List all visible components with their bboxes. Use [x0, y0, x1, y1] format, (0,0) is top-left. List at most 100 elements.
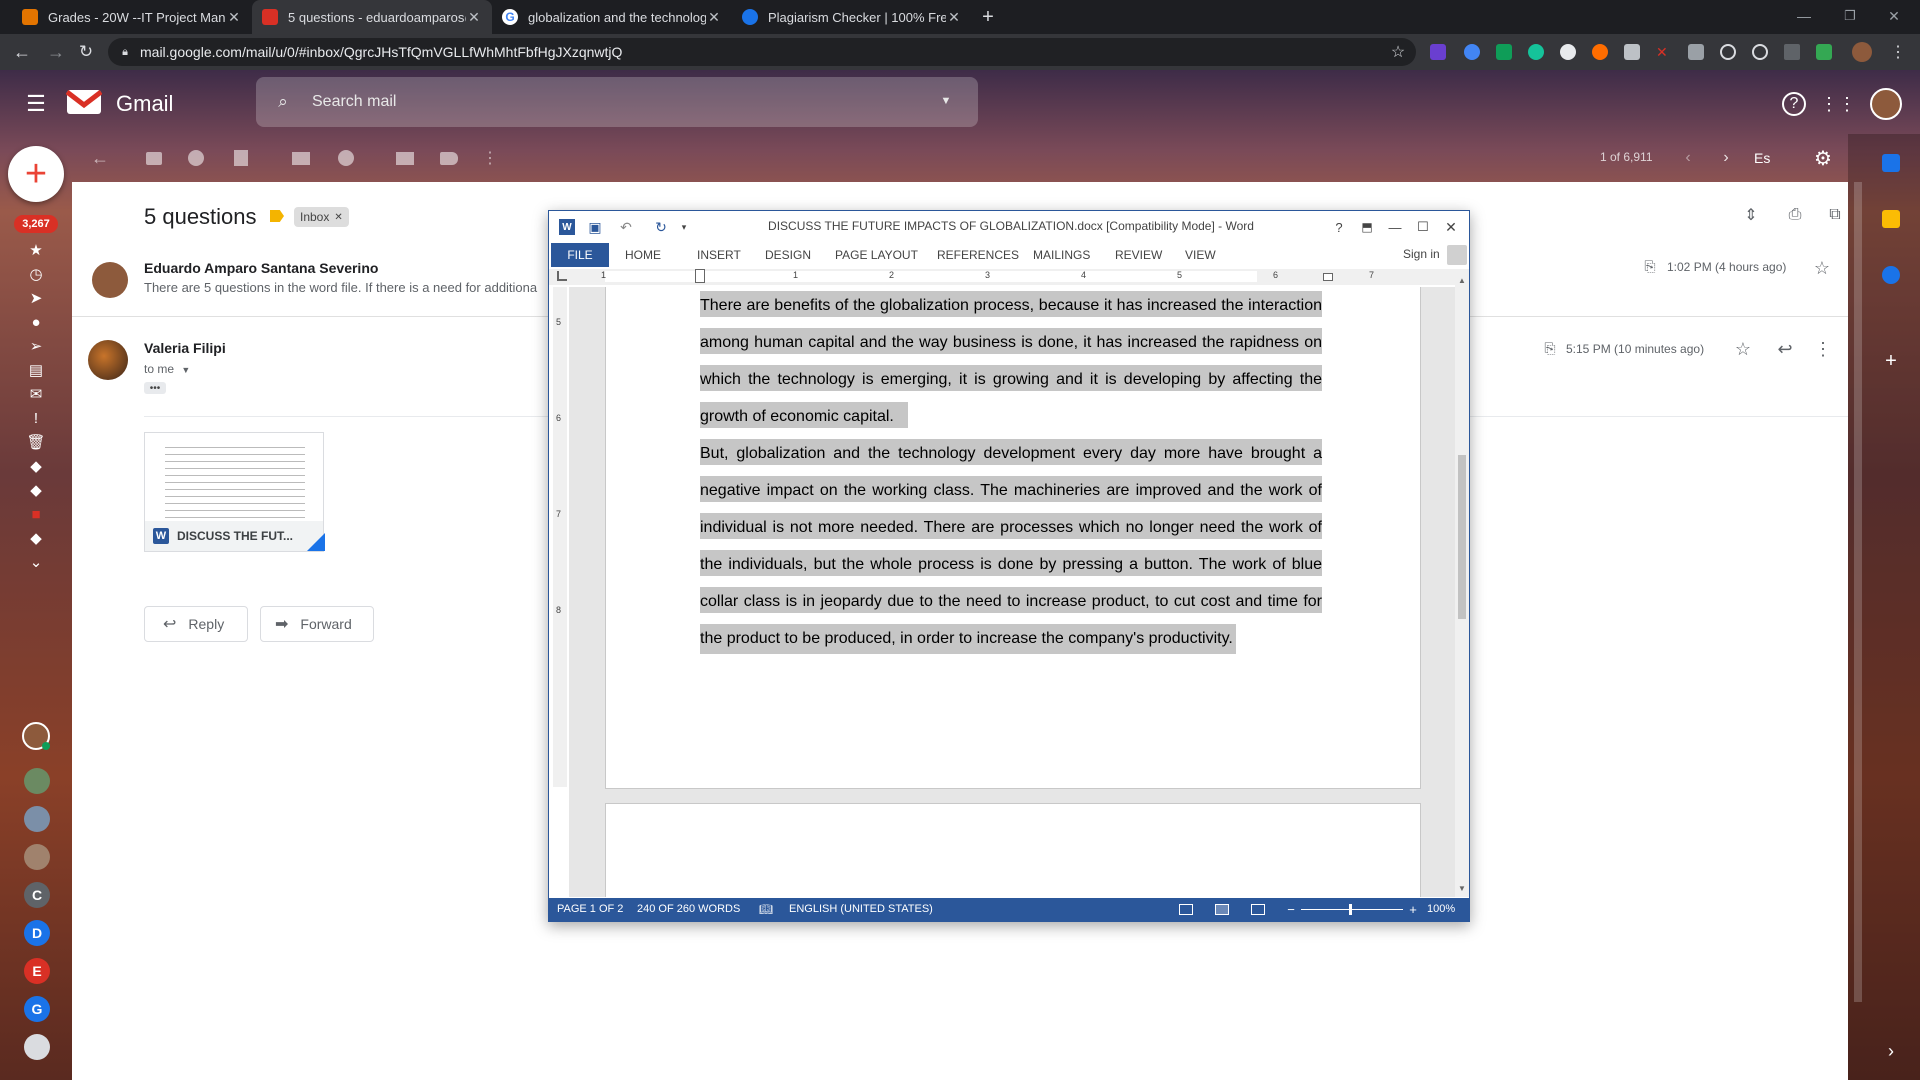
extension-icon[interactable]	[1464, 44, 1480, 60]
word-maximize-icon[interactable]: ☐	[1415, 219, 1431, 235]
word-close-icon[interactable]: ✕	[1443, 219, 1459, 235]
search-options-icon[interactable]: ▼	[938, 93, 954, 109]
word-scrollbar[interactable]: ▲ ▼	[1455, 273, 1469, 897]
browser-tab[interactable]: Grades - 20W --IT Project Manag ✕	[12, 0, 252, 34]
spam-icon[interactable]: !	[24, 406, 48, 430]
extension-icon[interactable]	[1592, 44, 1608, 60]
get-addons-icon[interactable]: +	[1880, 350, 1902, 372]
new-window-icon[interactable]: ⧉	[1824, 204, 1846, 226]
chrome-menu-icon[interactable]: ⋮	[1888, 42, 1908, 62]
new-tab-icon[interactable]: +	[978, 6, 998, 28]
ribbon-tab-file[interactable]: FILE	[551, 243, 609, 267]
expand-all-icon[interactable]: ⇕	[1740, 204, 1762, 226]
zoom-in-icon[interactable]: +	[1407, 901, 1419, 917]
extension-icon[interactable]	[1560, 44, 1576, 60]
contact-avatar[interactable]	[24, 844, 50, 870]
ribbon-tab-insert[interactable]: INSERT	[687, 243, 751, 267]
browser-tab-active[interactable]: 5 questions - eduardoamparos@ ✕	[252, 0, 492, 34]
main-menu-icon[interactable]: ☰	[24, 91, 48, 116]
extension-icon[interactable]	[1752, 44, 1768, 60]
keep-icon[interactable]	[1882, 210, 1900, 228]
redo-icon[interactable]: ↻	[653, 219, 669, 235]
restore-window-icon[interactable]: ❐	[1838, 4, 1862, 28]
snoozed-icon[interactable]: ◷	[24, 262, 48, 286]
tasks-icon[interactable]	[1882, 266, 1900, 284]
importance-marker-icon[interactable]	[270, 210, 284, 222]
vertical-ruler[interactable]: 5 6 7 8	[553, 287, 567, 787]
ribbon-tab-mailings[interactable]: MAILINGS	[1023, 243, 1100, 267]
more-actions-icon[interactable]: ⋮	[482, 146, 498, 170]
close-tab-icon[interactable]: ✕	[466, 9, 482, 26]
labels-icon[interactable]	[440, 152, 458, 165]
search-mail-input[interactable]: ⌕ Search mail ▼	[256, 77, 978, 127]
extension-icon[interactable]	[1624, 44, 1640, 60]
horizontal-ruler[interactable]: 1 1 2 3 4 5 6 7	[549, 269, 1469, 285]
web-layout-icon[interactable]	[1251, 904, 1265, 915]
compose-plus-icon[interactable]: +	[8, 146, 64, 202]
settings-gear-icon[interactable]: ⚙	[1812, 146, 1834, 170]
sender-name[interactable]: Eduardo Amparo Santana Severino	[144, 260, 378, 276]
reply-icon[interactable]: ↩	[1774, 338, 1796, 360]
close-tab-icon[interactable]: ✕	[946, 9, 962, 26]
proofing-icon[interactable]: 📖︎	[759, 902, 773, 916]
close-window-icon[interactable]: ✕	[1882, 4, 1906, 28]
zoom-slider-track[interactable]	[1301, 909, 1403, 910]
browser-tab[interactable]: G globalization and the technolog ✕	[492, 0, 732, 34]
scroll-up-icon[interactable]: ▲	[1457, 275, 1467, 285]
search-icon[interactable]: ⌕	[272, 91, 294, 113]
zoom-slider-thumb[interactable]	[1349, 904, 1352, 915]
right-indent-marker-icon[interactable]	[1323, 273, 1333, 281]
more-options-icon[interactable]: ⋮	[1812, 338, 1834, 360]
grammarly-icon[interactable]	[1528, 44, 1544, 60]
contact-avatar-e[interactable]: E	[24, 958, 50, 984]
word-help-icon[interactable]: ?	[1331, 219, 1347, 235]
contact-avatar[interactable]	[24, 1034, 50, 1060]
ribbon-tab-page-layout[interactable]: PAGE LAYOUT	[825, 243, 928, 267]
snooze-icon[interactable]	[338, 150, 354, 166]
star-icon[interactable]: ☆	[1812, 258, 1832, 278]
gmail-logo-icon[interactable]	[65, 88, 103, 116]
chats-icon[interactable]: ●	[24, 310, 48, 334]
reply-button[interactable]: ↩ Reply	[144, 606, 248, 642]
show-trimmed-content-icon[interactable]: •••	[144, 382, 166, 394]
inbox-label-chip[interactable]: Inbox ✕	[294, 207, 349, 227]
extension-icon[interactable]	[1816, 44, 1832, 60]
language-indicator[interactable]: ENGLISH (UNITED STATES)	[789, 903, 933, 915]
tab-selector-icon[interactable]	[557, 271, 567, 281]
ribbon-tab-view[interactable]: VIEW	[1175, 243, 1226, 267]
label-icon[interactable]: ◆	[24, 454, 48, 478]
label-icon[interactable]: ◆	[24, 526, 48, 550]
word-minimize-icon[interactable]: —	[1387, 219, 1403, 235]
account-avatar[interactable]	[1870, 88, 1902, 120]
address-bar[interactable]: 🔒︎ mail.google.com/mail/u/0/#inbox/QgrcJ…	[108, 38, 1416, 66]
remove-label-icon[interactable]: ✕	[334, 212, 342, 223]
sent-icon[interactable]: ➢	[24, 334, 48, 358]
ribbon-tab-review[interactable]: REVIEW	[1105, 243, 1172, 267]
contact-avatar[interactable]	[24, 768, 50, 794]
move-to-icon[interactable]	[396, 152, 414, 165]
forward-icon[interactable]: →	[44, 40, 68, 64]
recipient-line[interactable]: to me ▼	[144, 362, 190, 376]
user-account-icon[interactable]	[1447, 245, 1467, 265]
back-to-inbox-icon[interactable]: ←	[88, 146, 112, 170]
close-tab-icon[interactable]: ✕	[226, 9, 242, 26]
ribbon-tab-design[interactable]: DESIGN	[755, 243, 821, 267]
extension-icon[interactable]	[1784, 44, 1800, 60]
trash-icon[interactable]: 🗑︎	[24, 430, 48, 454]
scroll-down-icon[interactable]: ▼	[1457, 883, 1467, 893]
calendar-icon[interactable]	[1882, 154, 1900, 172]
extension-icon[interactable]: ✕	[1656, 44, 1672, 60]
ribbon-tab-references[interactable]: REFERENCES	[927, 243, 1029, 267]
undo-icon[interactable]: ↶	[615, 219, 637, 235]
extension-icon[interactable]	[1720, 44, 1736, 60]
selected-text-block[interactable]: There are benefits of the globalization …	[700, 287, 1322, 757]
print-layout-icon[interactable]	[1215, 904, 1229, 915]
forward-button[interactable]: ➡ Forward	[260, 606, 374, 642]
message-snippet[interactable]: There are 5 questions in the word file. …	[144, 280, 549, 295]
contact-avatar-d[interactable]: D	[24, 920, 50, 946]
starred-icon[interactable]: ★	[24, 238, 48, 262]
document-page-1[interactable]: There are benefits of the globalization …	[605, 287, 1421, 789]
delete-icon[interactable]	[234, 150, 248, 166]
contact-avatar-c[interactable]: C	[24, 882, 50, 908]
sign-in-link[interactable]: Sign in	[1403, 247, 1440, 261]
